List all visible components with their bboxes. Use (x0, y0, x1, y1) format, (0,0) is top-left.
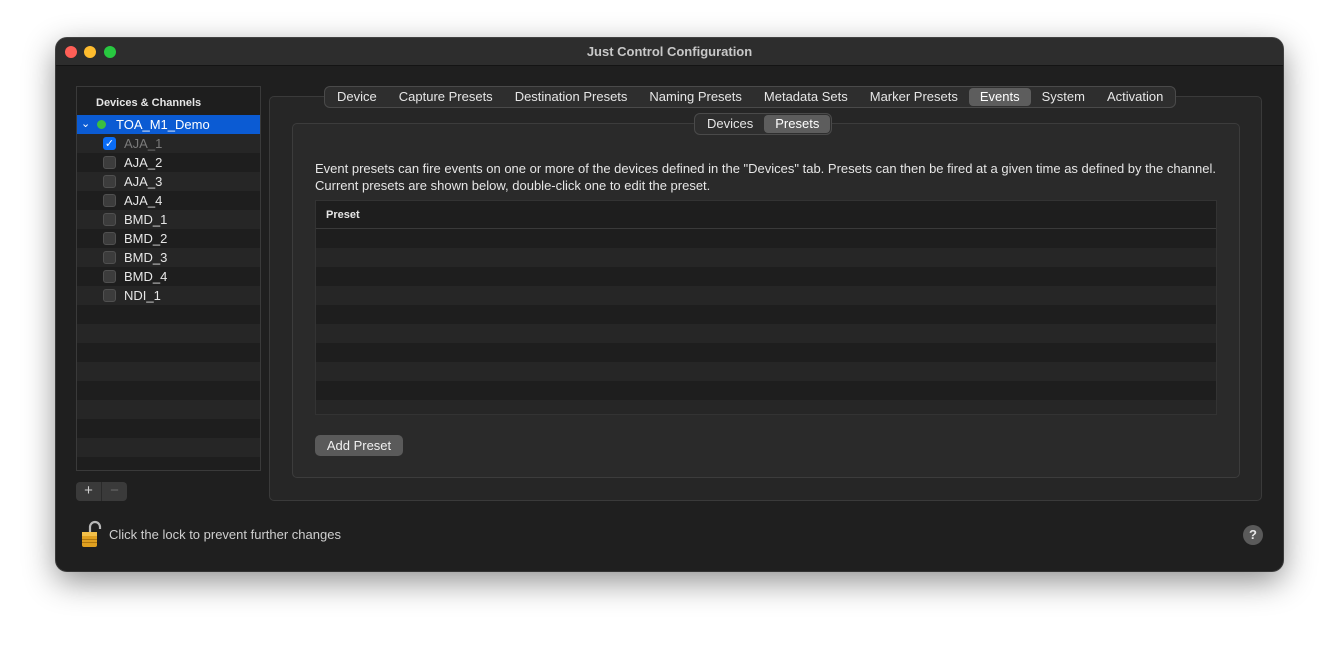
empty-row (77, 400, 260, 419)
channel-label: BMD_3 (124, 250, 168, 265)
channel-label: AJA_3 (124, 174, 163, 189)
checkbox[interactable] (103, 270, 116, 283)
empty-row (77, 343, 260, 362)
channel-label: AJA_2 (124, 155, 163, 170)
tab-system[interactable]: System (1031, 88, 1096, 106)
checkbox[interactable] (103, 213, 116, 226)
table-row (316, 324, 1216, 343)
lock-status-text: Click the lock to prevent further change… (109, 527, 341, 542)
sidebar-group-toa-m1-demo[interactable]: ⌄ TOA_M1_Demo (77, 115, 260, 134)
tab-naming-presets[interactable]: Naming Presets (638, 88, 752, 106)
sidebar-item-bmd-2[interactable]: BMD_2 (77, 229, 260, 248)
window-title: Just Control Configuration (586, 44, 753, 59)
add-remove-control: + − (76, 482, 127, 501)
tab-destination-presets[interactable]: Destination Presets (504, 88, 639, 106)
tab-capture-presets[interactable]: Capture Presets (388, 88, 504, 106)
devices-channels-list[interactable]: Devices & Channels ⌄ TOA_M1_Demo ✓ AJA_1… (76, 86, 261, 471)
subtab-devices[interactable]: Devices (696, 115, 764, 133)
table-row (316, 267, 1216, 286)
table-row (316, 305, 1216, 324)
chevron-down-icon[interactable]: ⌄ (81, 115, 90, 134)
sidebar-item-aja-3[interactable]: AJA_3 (77, 172, 260, 191)
checkbox[interactable] (103, 175, 116, 188)
presets-table[interactable]: Preset (315, 200, 1217, 415)
group-label: TOA_M1_Demo (116, 117, 210, 132)
tab-events[interactable]: Events (968, 88, 1031, 106)
checkbox[interactable] (103, 251, 116, 264)
main-tabs: Device Capture Presets Destination Prese… (324, 86, 1177, 108)
sidebar-item-bmd-4[interactable]: BMD_4 (77, 267, 260, 286)
empty-row (77, 457, 260, 470)
sidebar-item-ndi-1[interactable]: NDI_1 (77, 286, 260, 305)
channel-label: BMD_2 (124, 231, 168, 246)
status-dot-icon (97, 120, 106, 129)
empty-row (77, 305, 260, 324)
app-window: Just Control Configuration Devices & Cha… (56, 38, 1283, 571)
table-row (316, 381, 1216, 400)
unlocked-lock-icon[interactable] (81, 520, 103, 550)
events-subtabs: Devices Presets (694, 113, 833, 135)
events-description: Event presets can fire events on one or … (315, 161, 1216, 193)
help-button[interactable]: ? (1243, 525, 1263, 545)
tab-device[interactable]: Device (326, 88, 388, 106)
remove-channel-button[interactable]: − (101, 482, 127, 501)
sidebar-item-aja-2[interactable]: AJA_2 (77, 153, 260, 172)
table-row (316, 229, 1216, 248)
empty-row (77, 438, 260, 457)
sidebar-item-bmd-1[interactable]: BMD_1 (77, 210, 260, 229)
tab-activation[interactable]: Activation (1096, 88, 1174, 106)
channel-label: AJA_4 (124, 193, 163, 208)
tab-marker-presets[interactable]: Marker Presets (859, 88, 969, 106)
empty-row (77, 362, 260, 381)
empty-row (77, 324, 260, 343)
sidebar-item-bmd-3[interactable]: BMD_3 (77, 248, 260, 267)
channel-label: BMD_4 (124, 269, 168, 284)
table-row (316, 248, 1216, 267)
table-row (316, 400, 1216, 414)
subtab-presets[interactable]: Presets (764, 115, 831, 133)
checkbox[interactable] (103, 289, 116, 302)
table-row (316, 362, 1216, 381)
table-row (316, 343, 1216, 362)
channel-label: NDI_1 (124, 288, 161, 303)
tab-metadata-sets[interactable]: Metadata Sets (753, 88, 859, 106)
checkbox[interactable] (103, 194, 116, 207)
checkbox[interactable] (103, 232, 116, 245)
checkbox[interactable] (103, 156, 116, 169)
sidebar-item-aja-1[interactable]: ✓ AJA_1 (77, 134, 260, 153)
table-row (316, 286, 1216, 305)
title-bar[interactable]: Just Control Configuration (56, 38, 1283, 66)
column-header-preset[interactable]: Preset (316, 201, 1216, 229)
channel-label: BMD_1 (124, 212, 168, 227)
channel-label: AJA_1 (124, 136, 163, 151)
add-channel-button[interactable]: + (76, 482, 101, 501)
empty-row (77, 381, 260, 400)
checkbox-checked-icon[interactable]: ✓ (103, 137, 116, 150)
sidebar-item-aja-4[interactable]: AJA_4 (77, 191, 260, 210)
add-preset-button[interactable]: Add Preset (315, 435, 403, 456)
empty-row (77, 419, 260, 438)
sidebar-header: Devices & Channels (96, 97, 202, 109)
